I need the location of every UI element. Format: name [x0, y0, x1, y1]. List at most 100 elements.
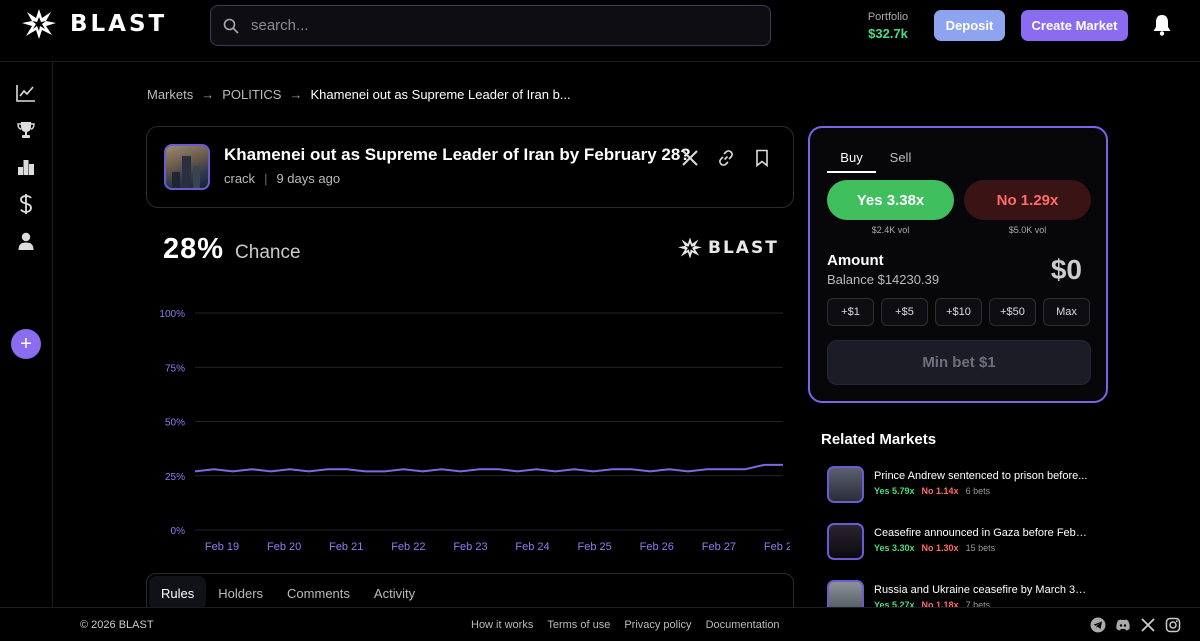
- portfolio-label: Portfolio: [867, 11, 909, 23]
- quick-add-50-button[interactable]: +$50: [989, 298, 1036, 326]
- chance-display: 28% Chance: [163, 233, 301, 266]
- place-bet-button[interactable]: Min bet $1: [827, 340, 1091, 385]
- market-posted-time: 9 days ago: [276, 171, 341, 186]
- footer-link-how-it-works[interactable]: How it works: [471, 619, 533, 631]
- tab-buy[interactable]: Buy: [827, 150, 876, 173]
- y-tick-label: 75%: [165, 363, 185, 374]
- breadcrumb-markets[interactable]: Markets: [147, 87, 193, 102]
- max-button[interactable]: Max: [1043, 298, 1090, 326]
- price-chart[interactable]: 100% 75% 50% 25% 0% Feb 19 Feb 20 Feb 21 Feb 22 F…: [150, 296, 790, 561]
- x-tick-label: Feb 28: [764, 541, 790, 553]
- y-tick-label: 25%: [165, 472, 185, 483]
- market-title: Khamenei out as Supreme Leader of Iran b…: [224, 145, 691, 164]
- related-market-item[interactable]: Ceasefire announced in Gaza before Feb 2…: [827, 523, 1107, 563]
- y-tick-label: 50%: [165, 418, 185, 429]
- tab-activity[interactable]: Activity: [362, 576, 427, 610]
- brand-logo[interactable]: BLAST: [22, 9, 167, 39]
- starburst-icon: [22, 9, 56, 39]
- market-actions: [681, 149, 771, 167]
- market-header-card: Khamenei out as Supreme Leader of Iran b…: [146, 126, 794, 208]
- tab-comments[interactable]: Comments: [275, 576, 362, 610]
- footer-link-terms[interactable]: Terms of use: [547, 619, 610, 631]
- discord-icon[interactable]: [1115, 617, 1131, 633]
- x-tick-label: Feb 19: [205, 541, 239, 553]
- trade-tabs: Buy Sell: [827, 150, 925, 173]
- x-tick-label: Feb 24: [515, 541, 549, 553]
- related-yes: Yes 5.79x: [874, 486, 915, 496]
- x-tick-label: Feb 26: [640, 541, 674, 553]
- leaderboard-icon[interactable]: [15, 156, 37, 178]
- x-tick-label: Feb 22: [391, 541, 425, 553]
- related-yes: Yes 3.30x: [874, 543, 915, 553]
- chart-watermark: BLAST: [678, 237, 779, 259]
- breadcrumb-arrow-icon: →: [201, 87, 215, 102]
- footer-link-documentation[interactable]: Documentation: [706, 619, 780, 631]
- social-links: [1090, 617, 1181, 633]
- trending-chart-icon[interactable]: [15, 82, 37, 104]
- deposit-button[interactable]: Deposit: [934, 10, 1005, 41]
- x-tick-label: Feb 25: [578, 541, 612, 553]
- search-icon: [223, 18, 239, 34]
- profile-icon[interactable]: [15, 230, 37, 252]
- related-bets: 6 bets: [965, 486, 991, 496]
- related-heading: Related Markets: [821, 431, 937, 448]
- portfolio[interactable]: Portfolio $32.7k: [860, 11, 916, 41]
- notifications-bell-icon[interactable]: [1152, 14, 1172, 41]
- link-icon[interactable]: [717, 149, 735, 167]
- breadcrumb: Markets → POLITICS → Khamenei out as Sup…: [147, 87, 571, 102]
- market-thumbnail: [164, 144, 210, 190]
- quick-add-10-button[interactable]: +$10: [935, 298, 982, 326]
- x-icon[interactable]: [1140, 617, 1156, 633]
- plus-icon: +: [20, 332, 32, 355]
- footer-links: How it works Terms of use Privacy policy…: [471, 619, 780, 631]
- series-line: [194, 463, 783, 473]
- tab-rules[interactable]: Rules: [149, 576, 207, 610]
- related-thumbnail: [827, 466, 864, 503]
- footer-link-privacy[interactable]: Privacy policy: [624, 619, 691, 631]
- dollar-icon[interactable]: [15, 193, 37, 215]
- add-button[interactable]: +: [11, 329, 41, 359]
- related-stats: Yes 5.79x No 1.14x 6 bets: [874, 486, 990, 496]
- search-box[interactable]: [210, 5, 771, 46]
- sidebar: +: [0, 62, 53, 608]
- related-no: No 1.30x: [921, 543, 959, 553]
- quick-add-5-button[interactable]: +$5: [881, 298, 928, 326]
- quick-add-1-button[interactable]: +$1: [827, 298, 874, 326]
- related-no: No 1.14x: [921, 486, 959, 496]
- x-tick-label: Feb 20: [267, 541, 301, 553]
- breadcrumb-category[interactable]: POLITICS: [222, 87, 281, 102]
- related-title: Prince Andrew sentenced to prison before…: [874, 470, 1088, 482]
- trade-panel: Buy Sell Yes 3.38x No 1.29x $2.4K vol $5…: [808, 126, 1108, 403]
- related-title: Russia and Ukraine ceasefire by March 31…: [874, 584, 1089, 596]
- bookmark-icon[interactable]: [753, 149, 771, 167]
- no-button[interactable]: No 1.29x: [964, 180, 1091, 220]
- y-tick-label: 0%: [171, 526, 186, 537]
- chance-label: Chance: [235, 242, 301, 263]
- related-bets: 15 bets: [965, 543, 996, 553]
- x-tick-label: Feb 27: [702, 541, 736, 553]
- yes-button[interactable]: Yes 3.38x: [827, 180, 954, 220]
- search-input[interactable]: [251, 17, 731, 34]
- x-share-icon[interactable]: [681, 149, 699, 167]
- tab-holders[interactable]: Holders: [206, 576, 275, 610]
- telegram-icon[interactable]: [1090, 617, 1106, 633]
- quick-amounts: +$1 +$5 +$10 +$50 Max: [827, 298, 1090, 326]
- trophy-icon[interactable]: [15, 119, 37, 141]
- related-stats: Yes 3.30x No 1.30x 15 bets: [874, 543, 995, 553]
- instagram-icon[interactable]: [1165, 617, 1181, 633]
- amount-input[interactable]: $0: [1051, 254, 1082, 286]
- create-market-button[interactable]: Create Market: [1021, 10, 1128, 41]
- related-market-item[interactable]: Prince Andrew sentenced to prison before…: [827, 466, 1107, 506]
- meta-divider: |: [264, 171, 268, 186]
- breadcrumb-arrow-icon: →: [289, 87, 303, 102]
- x-tick-label: Feb 23: [453, 541, 487, 553]
- yes-volume: $2.4K vol: [871, 225, 910, 235]
- watermark-brand: BLAST: [708, 238, 779, 258]
- y-tick-label: 100%: [159, 309, 185, 320]
- top-bar: BLAST Portfolio $32.7k Deposit Create Ma…: [0, 0, 1200, 62]
- market-author[interactable]: crack: [224, 171, 255, 186]
- tab-sell[interactable]: Sell: [876, 150, 925, 173]
- related-title: Ceasefire announced in Gaza before Feb 2…: [874, 527, 1089, 539]
- copyright: © 2026 BLAST: [80, 619, 154, 631]
- chance-value: 28%: [163, 233, 225, 265]
